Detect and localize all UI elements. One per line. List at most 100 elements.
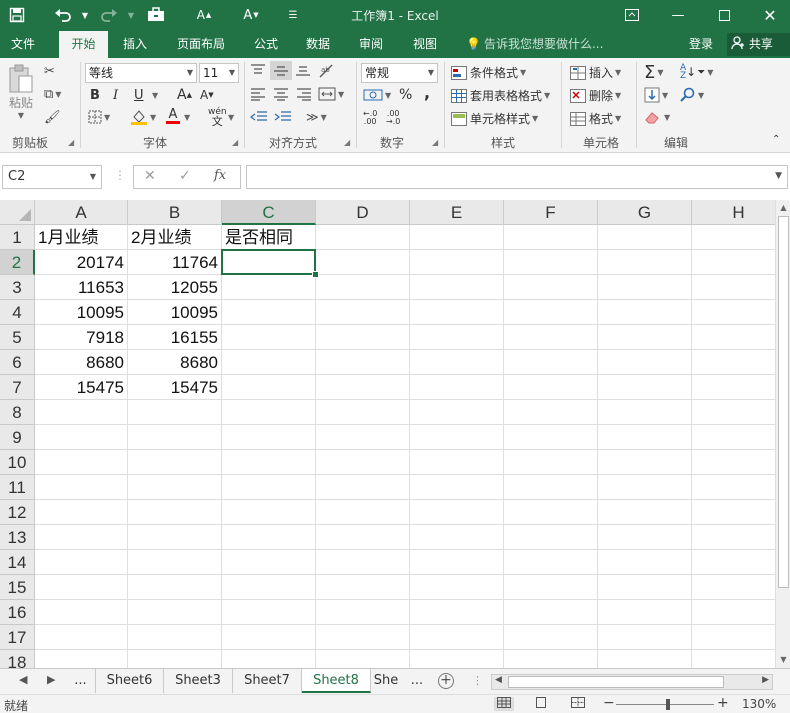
cell[interactable]	[410, 400, 504, 425]
shrink-font-icon[interactable]: A ▼	[200, 88, 214, 102]
align-center-icon[interactable]	[273, 87, 289, 101]
row-header[interactable]: 8	[0, 400, 35, 425]
scroll-right-icon[interactable]: ▶	[762, 675, 769, 685]
cell[interactable]	[222, 475, 316, 500]
row-header[interactable]: 1	[0, 225, 35, 250]
sheet-tab-active[interactable]: Sheet8	[302, 669, 371, 693]
sheet-tab[interactable]: Sheet3	[164, 669, 233, 693]
cell[interactable]	[598, 575, 692, 600]
font-size-select[interactable]: 11 ▼	[199, 63, 239, 83]
cell[interactable]: 8680	[128, 350, 222, 375]
column-header[interactable]: D	[316, 200, 410, 225]
tab-data[interactable]: 数据	[298, 31, 338, 58]
cell[interactable]	[222, 350, 316, 375]
horizontal-scroll-thumb[interactable]	[508, 676, 724, 688]
font-color-icon[interactable]: A	[166, 108, 180, 124]
row-header[interactable]: 6	[0, 350, 35, 375]
cell[interactable]	[504, 275, 598, 300]
cell[interactable]	[504, 500, 598, 525]
cell[interactable]	[316, 325, 410, 350]
tab-page-layout[interactable]: 页面布局	[168, 31, 234, 58]
cell[interactable]	[692, 275, 775, 300]
clear-icon[interactable]: ▼	[644, 110, 670, 124]
merge-center-icon[interactable]: ▼	[318, 87, 344, 101]
collapse-ribbon-icon[interactable]: ⌃	[772, 134, 780, 145]
select-all-button[interactable]	[0, 200, 35, 225]
cell[interactable]	[316, 275, 410, 300]
formula-input[interactable]: ▼	[246, 165, 788, 189]
cell[interactable]	[504, 650, 598, 668]
cell[interactable]: 20174	[35, 250, 128, 275]
cell[interactable]	[598, 650, 692, 668]
cell[interactable]	[504, 600, 598, 625]
cell[interactable]	[504, 300, 598, 325]
cell[interactable]	[410, 625, 504, 650]
cell[interactable]	[128, 400, 222, 425]
cell[interactable]: 1月业绩	[35, 225, 128, 250]
underline-dropdown-icon[interactable]: ▼	[150, 91, 158, 100]
cell[interactable]	[222, 275, 316, 300]
cell[interactable]	[692, 300, 775, 325]
italic-button[interactable]: I	[113, 88, 118, 103]
row-header[interactable]: 2	[0, 250, 35, 275]
confirm-entry-icon[interactable]: ✓	[179, 168, 191, 184]
phonetic-dropdown-icon[interactable]: ▼	[226, 113, 234, 122]
underline-button[interactable]: U	[134, 88, 144, 103]
cell[interactable]	[222, 450, 316, 475]
cell[interactable]	[410, 225, 504, 250]
cell[interactable]	[692, 350, 775, 375]
increase-decimal-icon[interactable]: ←.0.00	[363, 110, 377, 126]
minimize-icon[interactable]: —	[658, 2, 698, 28]
cell[interactable]	[598, 250, 692, 275]
cell[interactable]	[128, 425, 222, 450]
grow-font-icon[interactable]: A ▲	[177, 87, 192, 103]
column-header[interactable]: H	[692, 200, 775, 225]
cell[interactable]	[598, 475, 692, 500]
cell[interactable]	[692, 400, 775, 425]
cell[interactable]	[598, 400, 692, 425]
column-header[interactable]: C	[222, 200, 316, 225]
cell[interactable]	[692, 425, 775, 450]
cell[interactable]: 10095	[35, 300, 128, 325]
row-header[interactable]: 10	[0, 450, 35, 475]
cell[interactable]	[504, 325, 598, 350]
cell[interactable]	[410, 300, 504, 325]
column-header[interactable]: G	[598, 200, 692, 225]
row-header[interactable]: 11	[0, 475, 35, 500]
format-as-table-button[interactable]: 套用表格格式 ▼	[451, 87, 550, 104]
cell[interactable]	[692, 450, 775, 475]
cell[interactable]	[316, 425, 410, 450]
cell[interactable]: 2月业绩	[128, 225, 222, 250]
cell[interactable]: 15475	[128, 375, 222, 400]
cell[interactable]	[504, 400, 598, 425]
cell[interactable]: 16155	[128, 325, 222, 350]
cell[interactable]	[128, 625, 222, 650]
horizontal-scrollbar[interactable]: ◀ ▶	[491, 674, 773, 690]
tell-me-box[interactable]: 💡 告诉我您想要做什么...	[466, 31, 603, 58]
cell[interactable]	[692, 575, 775, 600]
cell[interactable]	[598, 625, 692, 650]
number-launcher-icon[interactable]: ◢	[432, 138, 438, 147]
cell[interactable]	[35, 625, 128, 650]
tab-home[interactable]: 开始	[59, 31, 108, 58]
row-header[interactable]: 7	[0, 375, 35, 400]
cell[interactable]	[598, 600, 692, 625]
cell[interactable]: 10095	[128, 300, 222, 325]
cell[interactable]	[598, 325, 692, 350]
cell[interactable]	[692, 500, 775, 525]
insert-function-icon[interactable]: fx	[214, 168, 226, 183]
tab-review[interactable]: 审阅	[350, 31, 392, 58]
cell[interactable]	[410, 450, 504, 475]
cell[interactable]: 7918	[35, 325, 128, 350]
tab-view[interactable]: 视图	[404, 31, 446, 58]
decrease-decimal-icon[interactable]: .00 →.0	[386, 110, 400, 126]
cell[interactable]	[692, 625, 775, 650]
row-header[interactable]: 9	[0, 425, 35, 450]
percent-button[interactable]: %	[399, 87, 412, 103]
insert-cells-button[interactable]: 插入 ▼	[570, 64, 621, 81]
align-bottom-icon[interactable]	[295, 63, 311, 77]
close-icon[interactable]: ✕	[750, 2, 790, 28]
cell[interactable]	[128, 525, 222, 550]
cell[interactable]	[222, 400, 316, 425]
find-select-icon[interactable]: ▼	[680, 87, 704, 103]
